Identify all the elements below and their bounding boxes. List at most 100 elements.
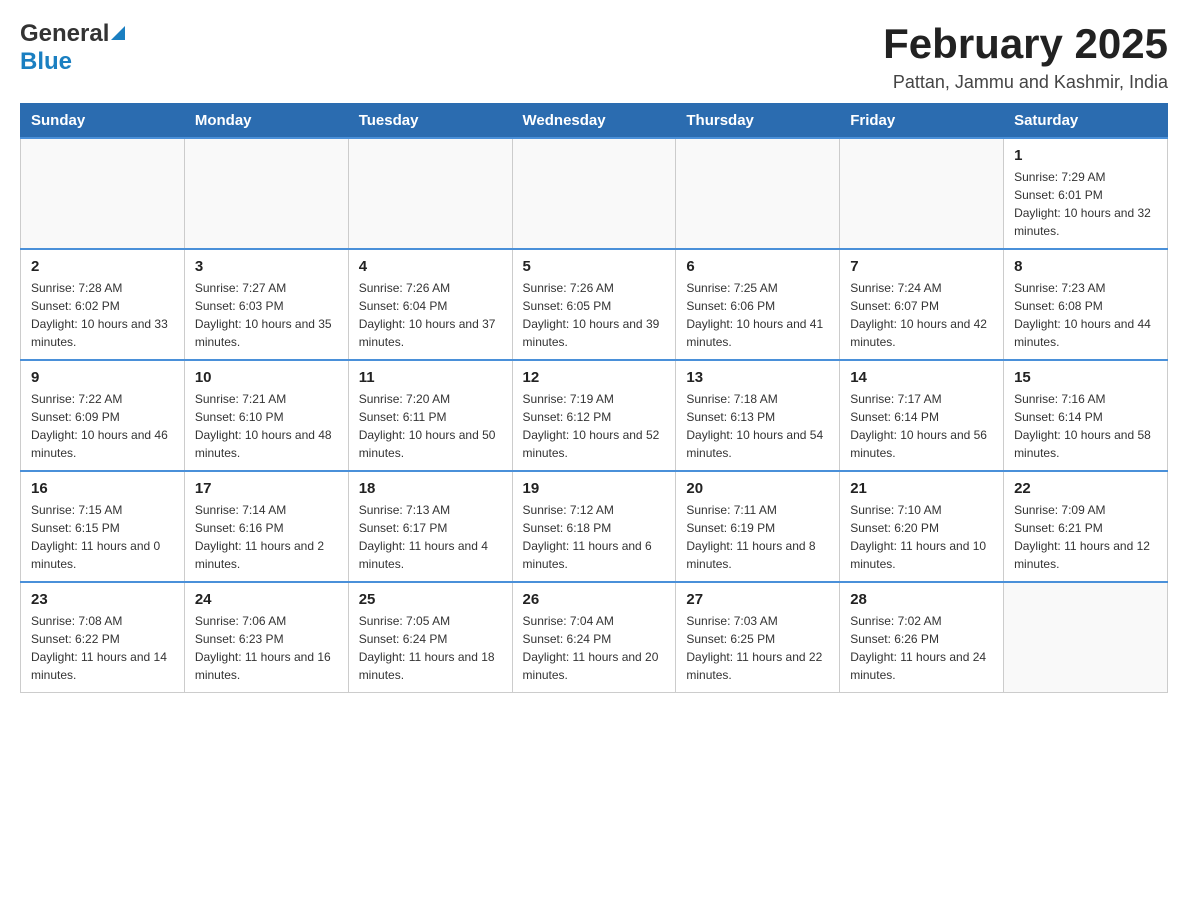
page-header: General Blue February 2025 Pattan, Jammu… (20, 20, 1168, 93)
day-number: 6 (686, 258, 829, 275)
calendar-cell: 5 Sunrise: 7:26 AMSunset: 6:05 PMDaylight… (512, 249, 676, 360)
calendar-cell: 1Sunrise: 7:29 AMSunset: 6:01 PMDaylight… (1004, 138, 1168, 249)
day-of-week-header: Saturday (1004, 104, 1168, 139)
calendar-cell: 4 Sunrise: 7:26 AMSunset: 6:04 PMDaylight… (348, 249, 512, 360)
calendar-cell: 2Sunrise: 7:28 AMSunset: 6:02 PMDaylight… (21, 249, 185, 360)
day-info: Sunrise: 7:20 AMSunset: 6:11 PMDaylight:… (359, 390, 502, 462)
day-number: 18 (359, 480, 502, 497)
day-info: Sunrise: 7:08 AMSunset: 6:22 PMDaylight:… (31, 612, 174, 684)
calendar-cell: 18 Sunrise: 7:13 AMSunset: 6:17 PMDayligh… (348, 471, 512, 582)
day-of-week-header: Thursday (676, 104, 840, 139)
day-number: 7 (850, 258, 993, 275)
calendar-cell (348, 138, 512, 249)
calendar-cell: 20 Sunrise: 7:11 AMSunset: 6:19 PMDayligh… (676, 471, 840, 582)
calendar-cell (1004, 582, 1168, 693)
day-info: Sunrise: 7:11 AMSunset: 6:19 PMDaylight:… (686, 501, 829, 573)
calendar-cell: 7 Sunrise: 7:24 AMSunset: 6:07 PMDaylight… (840, 249, 1004, 360)
day-number: 19 (523, 480, 666, 497)
day-of-week-header: Friday (840, 104, 1004, 139)
day-number: 8 (1014, 258, 1157, 275)
calendar-week-row: 1Sunrise: 7:29 AMSunset: 6:01 PMDaylight… (21, 138, 1168, 249)
day-info: Sunrise: 7:29 AMSunset: 6:01 PMDaylight:… (1014, 168, 1157, 240)
day-number: 16 (31, 480, 174, 497)
calendar-cell: 11 Sunrise: 7:20 AMSunset: 6:11 PMDayligh… (348, 360, 512, 471)
calendar-cell (676, 138, 840, 249)
day-info: Sunrise: 7:06 AMSunset: 6:23 PMDaylight:… (195, 612, 338, 684)
day-number: 4 (359, 258, 502, 275)
day-number: 14 (850, 369, 993, 386)
day-number: 25 (359, 591, 502, 608)
day-info: Sunrise: 7:14 AMSunset: 6:16 PMDaylight:… (195, 501, 338, 573)
day-of-week-header: Sunday (21, 104, 185, 139)
day-info: Sunrise: 7:10 AMSunset: 6:20 PMDaylight:… (850, 501, 993, 573)
day-number: 2 (31, 258, 174, 275)
day-number: 28 (850, 591, 993, 608)
calendar-cell: 6 Sunrise: 7:25 AMSunset: 6:06 PMDaylight… (676, 249, 840, 360)
day-number: 17 (195, 480, 338, 497)
calendar-cell: 12 Sunrise: 7:19 AMSunset: 6:12 PMDayligh… (512, 360, 676, 471)
calendar-week-row: 16Sunrise: 7:15 AMSunset: 6:15 PMDayligh… (21, 471, 1168, 582)
day-number: 10 (195, 369, 338, 386)
calendar-week-row: 9 Sunrise: 7:22 AMSunset: 6:09 PMDaylight… (21, 360, 1168, 471)
calendar-cell: 26Sunrise: 7:04 AMSunset: 6:24 PMDayligh… (512, 582, 676, 693)
day-info: Sunrise: 7:12 AMSunset: 6:18 PMDaylight:… (523, 501, 666, 573)
calendar-cell: 17 Sunrise: 7:14 AMSunset: 6:16 PMDayligh… (184, 471, 348, 582)
calendar-cell: 14 Sunrise: 7:17 AMSunset: 6:14 PMDayligh… (840, 360, 1004, 471)
calendar-cell (184, 138, 348, 249)
day-number: 27 (686, 591, 829, 608)
day-info: Sunrise: 7:25 AMSunset: 6:06 PMDaylight:… (686, 279, 829, 351)
day-info: Sunrise: 7:22 AMSunset: 6:09 PMDaylight:… (31, 390, 174, 462)
day-info: Sunrise: 7:02 AMSunset: 6:26 PMDaylight:… (850, 612, 993, 684)
day-number: 20 (686, 480, 829, 497)
day-number: 21 (850, 480, 993, 497)
calendar-cell (512, 138, 676, 249)
calendar-cell: 9 Sunrise: 7:22 AMSunset: 6:09 PMDaylight… (21, 360, 185, 471)
location-title: Pattan, Jammu and Kashmir, India (883, 72, 1168, 93)
calendar-cell: 24 Sunrise: 7:06 AMSunset: 6:23 PMDayligh… (184, 582, 348, 693)
logo: General Blue (20, 20, 125, 76)
title-area: February 2025 Pattan, Jammu and Kashmir,… (883, 20, 1168, 93)
day-info: Sunrise: 7:04 AMSunset: 6:24 PMDaylight:… (523, 612, 666, 684)
day-number: 13 (686, 369, 829, 386)
calendar-table: SundayMondayTuesdayWednesdayThursdayFrid… (20, 103, 1168, 693)
day-info: Sunrise: 7:05 AMSunset: 6:24 PMDaylight:… (359, 612, 502, 684)
day-number: 22 (1014, 480, 1157, 497)
day-info: Sunrise: 7:26 AMSunset: 6:04 PMDaylight:… (359, 279, 502, 351)
calendar-header-row: SundayMondayTuesdayWednesdayThursdayFrid… (21, 104, 1168, 139)
day-info: Sunrise: 7:23 AMSunset: 6:08 PMDaylight:… (1014, 279, 1157, 351)
calendar-cell: 28 Sunrise: 7:02 AMSunset: 6:26 PMDayligh… (840, 582, 1004, 693)
day-info: Sunrise: 7:13 AMSunset: 6:17 PMDaylight:… (359, 501, 502, 573)
day-of-week-header: Monday (184, 104, 348, 139)
day-number: 12 (523, 369, 666, 386)
day-info: Sunrise: 7:03 AMSunset: 6:25 PMDaylight:… (686, 612, 829, 684)
day-of-week-header: Wednesday (512, 104, 676, 139)
calendar-week-row: 2Sunrise: 7:28 AMSunset: 6:02 PMDaylight… (21, 249, 1168, 360)
calendar-cell: 3Sunrise: 7:27 AMSunset: 6:03 PMDaylight… (184, 249, 348, 360)
day-info: Sunrise: 7:27 AMSunset: 6:03 PMDaylight:… (195, 279, 338, 351)
calendar-cell: 15Sunrise: 7:16 AMSunset: 6:14 PMDayligh… (1004, 360, 1168, 471)
day-number: 15 (1014, 369, 1157, 386)
day-info: Sunrise: 7:24 AMSunset: 6:07 PMDaylight:… (850, 279, 993, 351)
calendar-cell: 16Sunrise: 7:15 AMSunset: 6:15 PMDayligh… (21, 471, 185, 582)
day-number: 5 (523, 258, 666, 275)
calendar-cell (21, 138, 185, 249)
calendar-cell: 13 Sunrise: 7:18 AMSunset: 6:13 PMDayligh… (676, 360, 840, 471)
day-number: 9 (31, 369, 174, 386)
calendar-cell (840, 138, 1004, 249)
day-number: 23 (31, 591, 174, 608)
day-of-week-header: Tuesday (348, 104, 512, 139)
day-info: Sunrise: 7:09 AMSunset: 6:21 PMDaylight:… (1014, 501, 1157, 573)
calendar-cell: 22 Sunrise: 7:09 AMSunset: 6:21 PMDayligh… (1004, 471, 1168, 582)
day-number: 24 (195, 591, 338, 608)
calendar-cell: 21 Sunrise: 7:10 AMSunset: 6:20 PMDayligh… (840, 471, 1004, 582)
day-number: 11 (359, 369, 502, 386)
day-info: Sunrise: 7:21 AMSunset: 6:10 PMDaylight:… (195, 390, 338, 462)
calendar-week-row: 23 Sunrise: 7:08 AMSunset: 6:22 PMDayligh… (21, 582, 1168, 693)
day-info: Sunrise: 7:17 AMSunset: 6:14 PMDaylight:… (850, 390, 993, 462)
logo-blue: Blue (20, 48, 72, 76)
logo-general: General (20, 20, 109, 48)
day-info: Sunrise: 7:19 AMSunset: 6:12 PMDaylight:… (523, 390, 666, 462)
calendar-cell: 10 Sunrise: 7:21 AMSunset: 6:10 PMDayligh… (184, 360, 348, 471)
day-info: Sunrise: 7:18 AMSunset: 6:13 PMDaylight:… (686, 390, 829, 462)
day-info: Sunrise: 7:26 AMSunset: 6:05 PMDaylight:… (523, 279, 666, 351)
